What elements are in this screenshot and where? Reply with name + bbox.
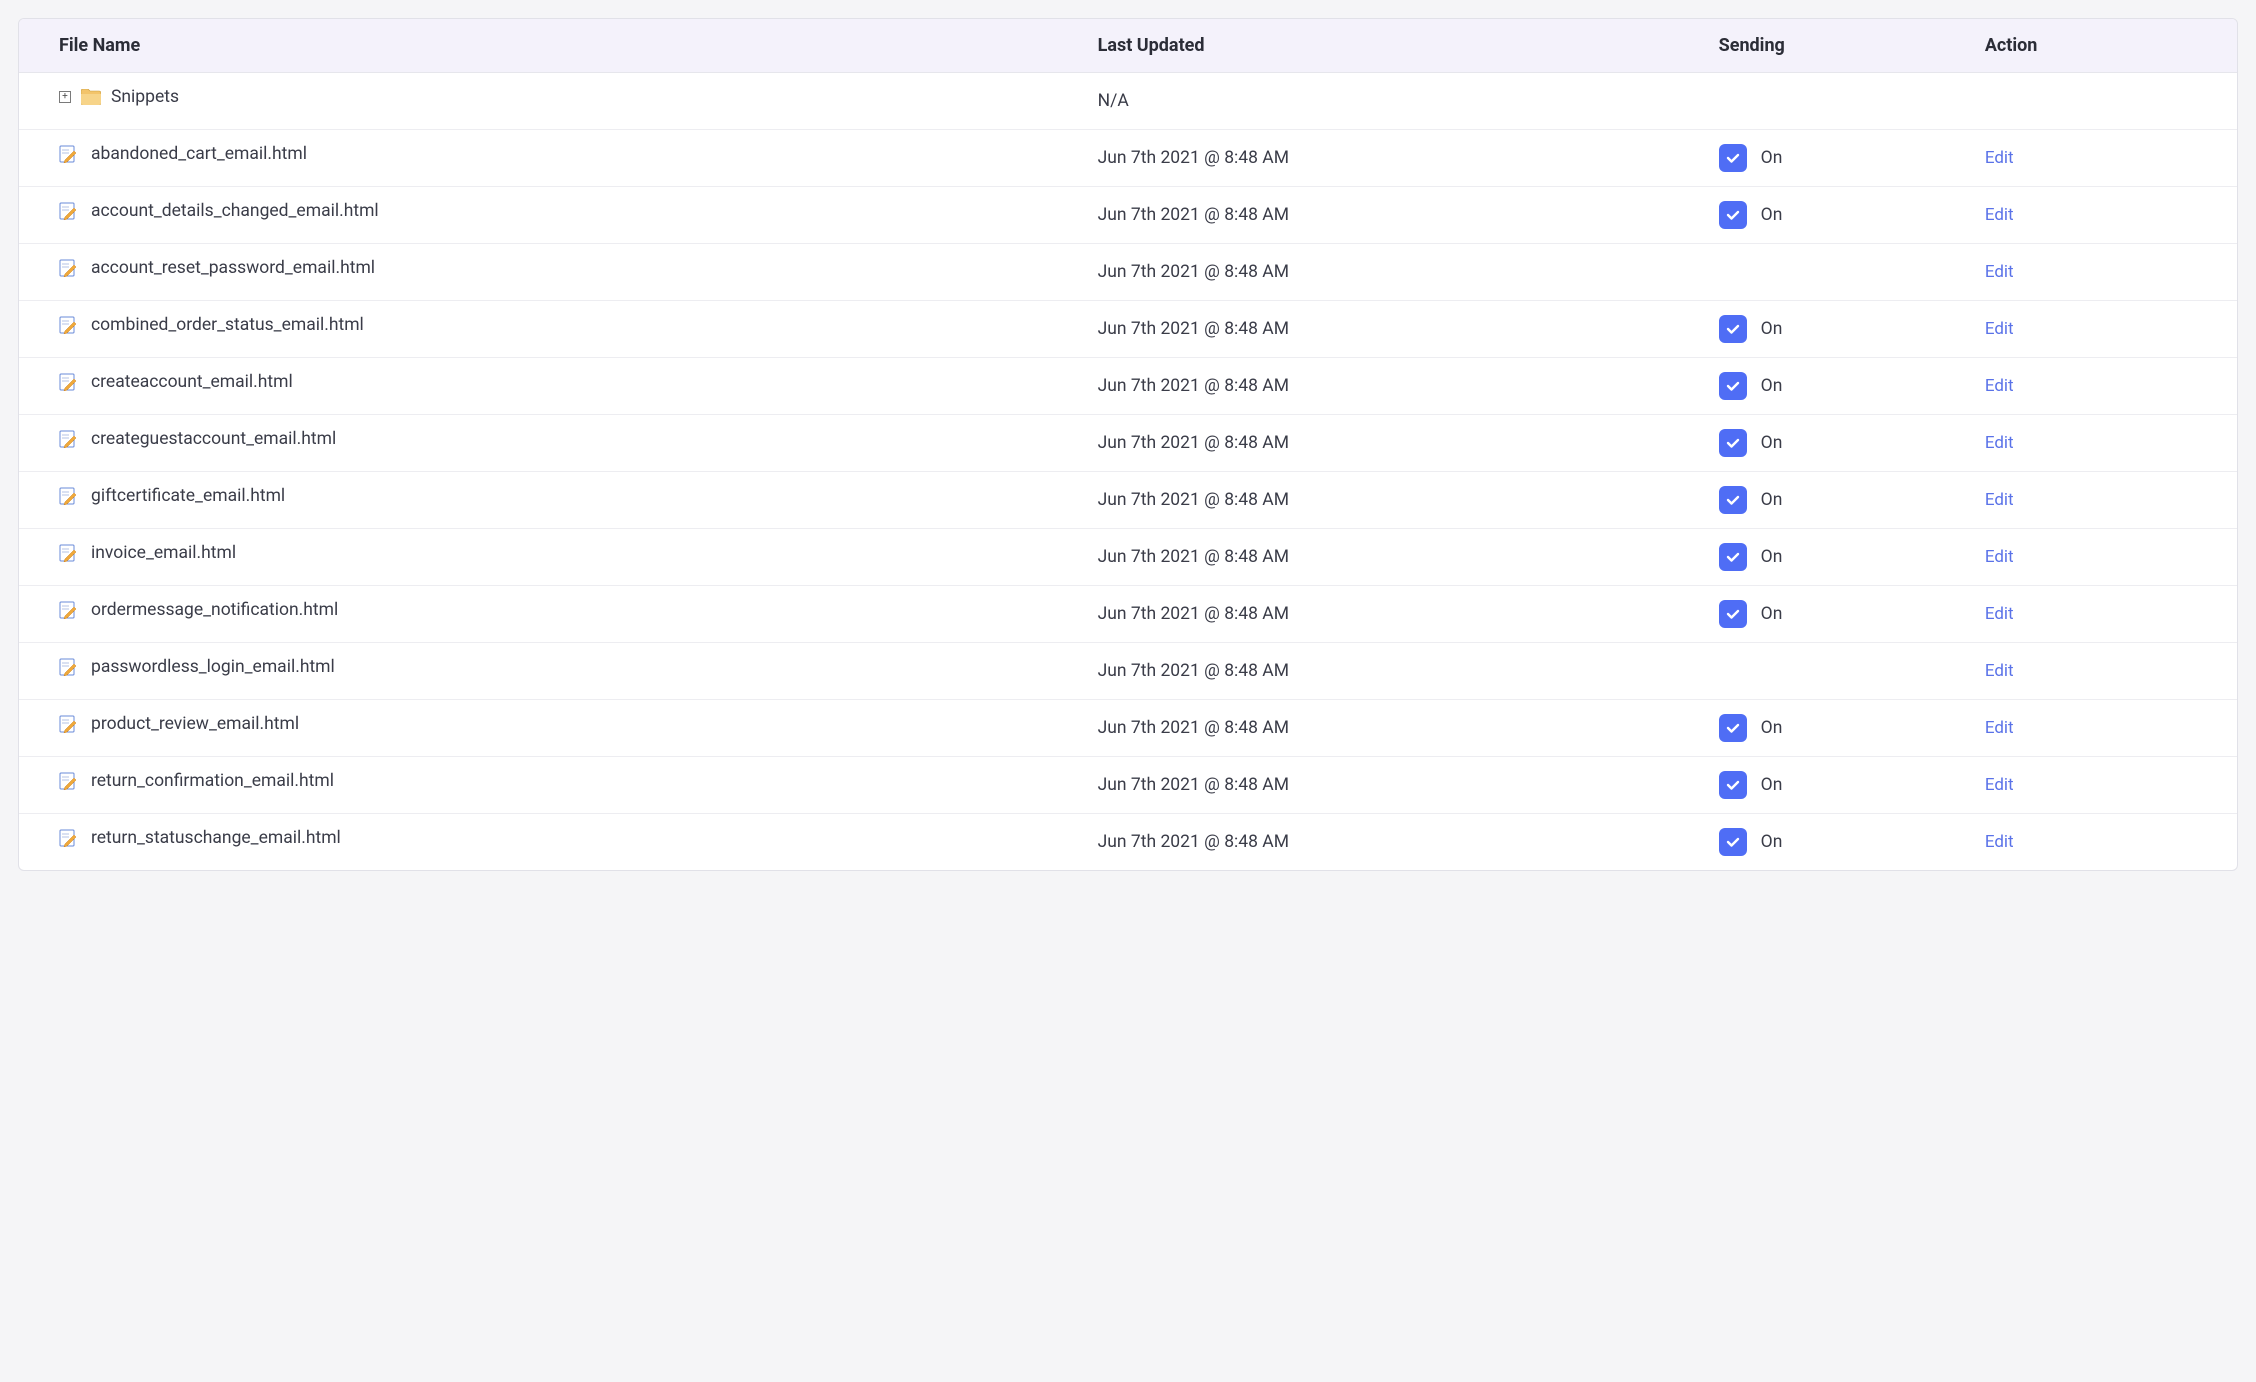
file-edit-icon xyxy=(59,202,77,220)
edit-link[interactable]: Edit xyxy=(1985,433,2014,453)
edit-link[interactable]: Edit xyxy=(1985,205,2014,225)
sending-label: On xyxy=(1761,832,1783,852)
table-row: createaccount_email.html Jun 7th 2021 @ 8… xyxy=(19,358,2237,415)
file-edit-icon xyxy=(59,316,77,334)
file-edit-icon xyxy=(59,601,77,619)
sending-label: On xyxy=(1761,376,1783,396)
file-name[interactable]: account_details_changed_email.html xyxy=(91,201,379,221)
edit-link[interactable]: Edit xyxy=(1985,148,2014,168)
email-templates-table: File Name Last Updated Sending Action + … xyxy=(18,18,2238,871)
file-name[interactable]: createaccount_email.html xyxy=(91,372,293,392)
file-updated: Jun 7th 2021 @ 8:48 AM xyxy=(1084,130,1705,187)
edit-link[interactable]: Edit xyxy=(1985,775,2014,795)
sending-checkbox[interactable] xyxy=(1719,714,1747,742)
folder-name[interactable]: Snippets xyxy=(111,87,179,107)
file-updated: Jun 7th 2021 @ 8:48 AM xyxy=(1084,643,1705,700)
edit-link[interactable]: Edit xyxy=(1985,262,2014,282)
table-row: abandoned_cart_email.html Jun 7th 2021 @ … xyxy=(19,130,2237,187)
edit-link[interactable]: Edit xyxy=(1985,319,2014,339)
file-edit-icon xyxy=(59,829,77,847)
table-row: createguestaccount_email.html Jun 7th 202… xyxy=(19,415,2237,472)
sending-checkbox[interactable] xyxy=(1719,315,1747,343)
file-name[interactable]: giftcertificate_email.html xyxy=(91,486,285,506)
file-name[interactable]: return_confirmation_email.html xyxy=(91,771,334,791)
table-header-row: File Name Last Updated Sending Action xyxy=(19,19,2237,73)
file-edit-icon xyxy=(59,487,77,505)
sending-label: On xyxy=(1761,433,1783,453)
file-updated: Jun 7th 2021 @ 8:48 AM xyxy=(1084,415,1705,472)
sending-checkbox[interactable] xyxy=(1719,600,1747,628)
edit-link[interactable]: Edit xyxy=(1985,604,2014,624)
file-updated: Jun 7th 2021 @ 8:48 AM xyxy=(1084,814,1705,871)
file-updated: Jun 7th 2021 @ 8:48 AM xyxy=(1084,700,1705,757)
col-header-sending: Sending xyxy=(1705,19,1971,73)
table-row: passwordless_login_email.html Jun 7th 202… xyxy=(19,643,2237,700)
col-header-updated: Last Updated xyxy=(1084,19,1705,73)
edit-link[interactable]: Edit xyxy=(1985,376,2014,396)
sending-label: On xyxy=(1761,547,1783,567)
sending-checkbox[interactable] xyxy=(1719,372,1747,400)
col-header-action: Action xyxy=(1971,19,2237,73)
file-edit-icon xyxy=(59,658,77,676)
file-name[interactable]: combined_order_status_email.html xyxy=(91,315,364,335)
file-name[interactable]: ordermessage_notification.html xyxy=(91,600,338,620)
file-updated: Jun 7th 2021 @ 8:48 AM xyxy=(1084,472,1705,529)
file-edit-icon xyxy=(59,373,77,391)
sending-checkbox[interactable] xyxy=(1719,201,1747,229)
sending-label: On xyxy=(1761,319,1783,339)
table-row: return_confirmation_email.html Jun 7th 20… xyxy=(19,757,2237,814)
table-row: invoice_email.html Jun 7th 2021 @ 8:48 AM… xyxy=(19,529,2237,586)
sending-label: On xyxy=(1761,148,1783,168)
table-row: giftcertificate_email.html Jun 7th 2021 @… xyxy=(19,472,2237,529)
sending-checkbox[interactable] xyxy=(1719,429,1747,457)
file-edit-icon xyxy=(59,145,77,163)
file-edit-icon xyxy=(59,715,77,733)
file-name[interactable]: abandoned_cart_email.html xyxy=(91,144,307,164)
edit-link[interactable]: Edit xyxy=(1985,547,2014,567)
edit-link[interactable]: Edit xyxy=(1985,718,2014,738)
sending-label: On xyxy=(1761,775,1783,795)
sending-label: On xyxy=(1761,490,1783,510)
file-updated: Jun 7th 2021 @ 8:48 AM xyxy=(1084,358,1705,415)
edit-link[interactable]: Edit xyxy=(1985,661,2014,681)
file-name[interactable]: product_review_email.html xyxy=(91,714,299,734)
folder-icon xyxy=(81,89,101,105)
file-updated: Jun 7th 2021 @ 8:48 AM xyxy=(1084,301,1705,358)
file-updated: Jun 7th 2021 @ 8:48 AM xyxy=(1084,244,1705,301)
table-row: product_review_email.html Jun 7th 2021 @ … xyxy=(19,700,2237,757)
file-name[interactable]: passwordless_login_email.html xyxy=(91,657,335,677)
file-edit-icon xyxy=(59,430,77,448)
file-edit-icon xyxy=(59,772,77,790)
file-updated: Jun 7th 2021 @ 8:48 AM xyxy=(1084,586,1705,643)
sending-label: On xyxy=(1761,718,1783,738)
file-updated: Jun 7th 2021 @ 8:48 AM xyxy=(1084,187,1705,244)
file-name[interactable]: return_statuschange_email.html xyxy=(91,828,341,848)
file-updated: Jun 7th 2021 @ 8:48 AM xyxy=(1084,529,1705,586)
file-edit-icon xyxy=(59,544,77,562)
folder-updated: N/A xyxy=(1084,73,1705,130)
table-row: account_reset_password_email.html Jun 7th… xyxy=(19,244,2237,301)
file-name[interactable]: account_reset_password_email.html xyxy=(91,258,375,278)
file-name[interactable]: invoice_email.html xyxy=(91,543,236,563)
col-header-file: File Name xyxy=(19,19,1084,73)
table-row: account_details_changed_email.html Jun 7t… xyxy=(19,187,2237,244)
sending-label: On xyxy=(1761,205,1783,225)
edit-link[interactable]: Edit xyxy=(1985,832,2014,852)
folder-row: + Snippets N/A xyxy=(19,73,2237,130)
file-name[interactable]: createguestaccount_email.html xyxy=(91,429,336,449)
table-row: return_statuschange_email.html Jun 7th 20… xyxy=(19,814,2237,871)
table-row: combined_order_status_email.html Jun 7th … xyxy=(19,301,2237,358)
sending-checkbox[interactable] xyxy=(1719,486,1747,514)
expand-icon[interactable]: + xyxy=(59,91,71,103)
file-updated: Jun 7th 2021 @ 8:48 AM xyxy=(1084,757,1705,814)
sending-checkbox[interactable] xyxy=(1719,144,1747,172)
sending-label: On xyxy=(1761,604,1783,624)
sending-checkbox[interactable] xyxy=(1719,543,1747,571)
table-row: ordermessage_notification.html Jun 7th 20… xyxy=(19,586,2237,643)
sending-checkbox[interactable] xyxy=(1719,771,1747,799)
sending-checkbox[interactable] xyxy=(1719,828,1747,856)
file-edit-icon xyxy=(59,259,77,277)
edit-link[interactable]: Edit xyxy=(1985,490,2014,510)
